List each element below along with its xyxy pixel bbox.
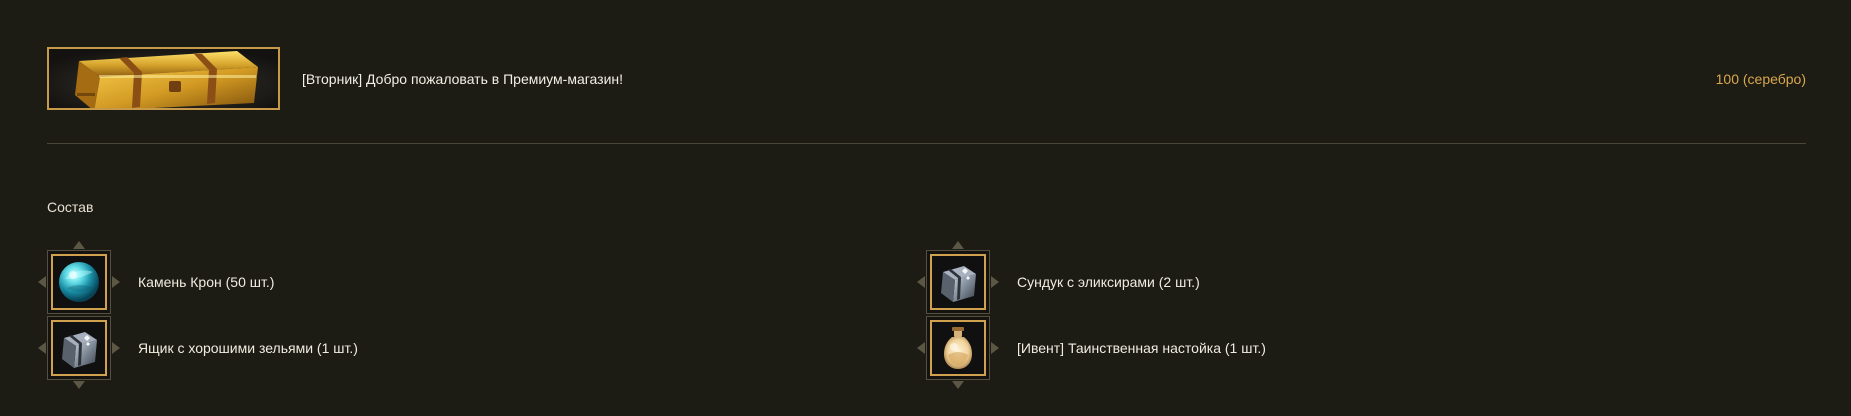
elixir-chest-icon — [941, 266, 976, 302]
component-item[interactable]: Сундук с эликсирами (2 шт.) — [917, 241, 1546, 314]
slot-notch-left — [38, 276, 46, 288]
component-item[interactable]: [Ивент] Таинственная настойка (1 шт.) — [917, 316, 1546, 389]
component-item[interactable]: Камень Крон (50 шт.) — [38, 241, 667, 314]
slot-notch-bottom — [73, 381, 85, 389]
component-label: Камень Крон (50 шт.) — [138, 274, 275, 290]
product-price: 100 (серебро) — [1715, 71, 1806, 87]
slot-notch-left — [917, 276, 925, 288]
item-slot[interactable] — [38, 241, 120, 314]
component-item[interactable]: Ящик с хорошими зельями (1 шт.) — [38, 316, 667, 389]
component-label: [Ивент] Таинственная настойка (1 шт.) — [1017, 340, 1266, 356]
slot-notch-top — [952, 241, 964, 249]
slot-notch-left — [38, 342, 46, 354]
product-header: [Вторник] Добро пожаловать в Премиум-маг… — [47, 47, 1806, 111]
slot-notch-right — [112, 342, 120, 354]
item-slot[interactable] — [917, 316, 999, 389]
component-label: Ящик с хорошими зельями (1 шт.) — [138, 340, 358, 356]
slot-notch-right — [991, 342, 999, 354]
potion-chest-icon — [62, 332, 97, 368]
section-divider — [47, 143, 1806, 144]
component-label: Сундук с эликсирами (2 шт.) — [1017, 274, 1200, 290]
item-slot[interactable] — [38, 316, 120, 389]
product-image[interactable] — [47, 47, 280, 110]
crown-stone-icon — [59, 262, 99, 302]
item-slot[interactable] — [917, 241, 999, 314]
product-title: [Вторник] Добро пожаловать в Премиум-маг… — [302, 71, 624, 87]
mysterious-tincture-icon — [944, 327, 972, 369]
golden-chest-icon — [49, 49, 278, 108]
slot-notch-bottom — [952, 381, 964, 389]
slot-notch-left — [917, 342, 925, 354]
slot-notch-top — [73, 241, 85, 249]
composition-title: Состав — [47, 199, 94, 215]
slot-notch-right — [991, 276, 999, 288]
slot-notch-right — [112, 276, 120, 288]
